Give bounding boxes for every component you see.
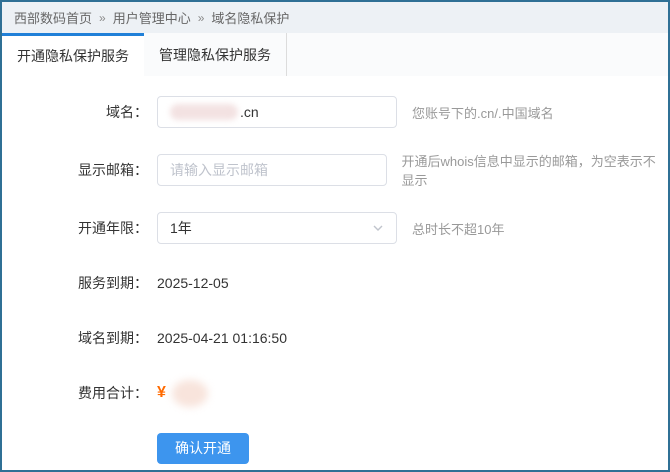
- service-expiry-label: 服务到期：: [2, 273, 148, 293]
- breadcrumb-home-link[interactable]: 西部数码首页: [14, 8, 92, 27]
- display-email-hint: 开通后whois信息中显示的邮箱，为空表示不显示: [402, 151, 669, 189]
- total-fee-value: ¥: [157, 380, 208, 407]
- breadcrumb: 西部数码首页 » 用户管理中心 » 域名隐私保护: [2, 2, 668, 33]
- years-row: 开通年限： 1年 总时长不超10年: [2, 212, 668, 244]
- tab-label: 管理隐私保护服务: [159, 45, 271, 65]
- service-expiry-row: 服务到期： 2025-12-05: [2, 267, 668, 299]
- total-fee-row: 费用合计： ¥: [2, 377, 668, 409]
- years-selected-value: 1年: [170, 218, 192, 238]
- redacted-domain-value: [170, 104, 238, 120]
- breadcrumb-current-page: 域名隐私保护: [211, 8, 289, 27]
- domain-expiry-label: 域名到期：: [2, 328, 148, 348]
- total-fee-label: 费用合计：: [2, 383, 148, 403]
- display-email-row: 显示邮箱： 开通后whois信息中显示的邮箱，为空表示不显示: [2, 151, 668, 189]
- tab-bar: 开通隐私保护服务 管理隐私保护服务: [2, 33, 668, 76]
- domain-expiry-row: 域名到期： 2025-04-21 01:16:50: [2, 322, 668, 354]
- domain-input[interactable]: .cn: [157, 96, 397, 128]
- breadcrumb-separator: »: [99, 11, 106, 25]
- years-select[interactable]: 1年: [157, 212, 397, 244]
- years-label: 开通年限：: [2, 218, 148, 238]
- tab-manage-privacy-service[interactable]: 管理隐私保护服务: [144, 33, 287, 76]
- tab-label: 开通隐私保护服务: [17, 46, 129, 66]
- domain-hint: 您账号下的.cn/.中国域名: [412, 103, 554, 122]
- domain-suffix: .cn: [240, 104, 259, 120]
- display-email-input[interactable]: [157, 154, 387, 186]
- domain-row: 域名： .cn 您账号下的.cn/.中国域名: [2, 96, 668, 128]
- years-hint: 总时长不超10年: [412, 219, 504, 238]
- redacted-fee-value: [172, 380, 208, 407]
- domain-label: 域名：: [2, 102, 148, 122]
- currency-symbol: ¥: [157, 384, 166, 401]
- chevron-down-icon: [372, 222, 384, 234]
- submit-row: 确认开通: [2, 432, 668, 464]
- confirm-enable-button[interactable]: 确认开通: [157, 433, 249, 464]
- breadcrumb-separator: »: [198, 11, 205, 25]
- breadcrumb-user-center-link[interactable]: 用户管理中心: [113, 8, 191, 27]
- display-email-label: 显示邮箱：: [2, 160, 148, 180]
- service-expiry-value: 2025-12-05: [157, 275, 229, 291]
- page-container: 西部数码首页 » 用户管理中心 » 域名隐私保护 开通隐私保护服务 管理隐私保护…: [0, 0, 670, 472]
- privacy-protection-form: 域名： .cn 您账号下的.cn/.中国域名 显示邮箱： 开通后whois信息中…: [2, 76, 668, 464]
- tab-enable-privacy-service[interactable]: 开通隐私保护服务: [2, 33, 144, 76]
- domain-expiry-value: 2025-04-21 01:16:50: [157, 330, 287, 346]
